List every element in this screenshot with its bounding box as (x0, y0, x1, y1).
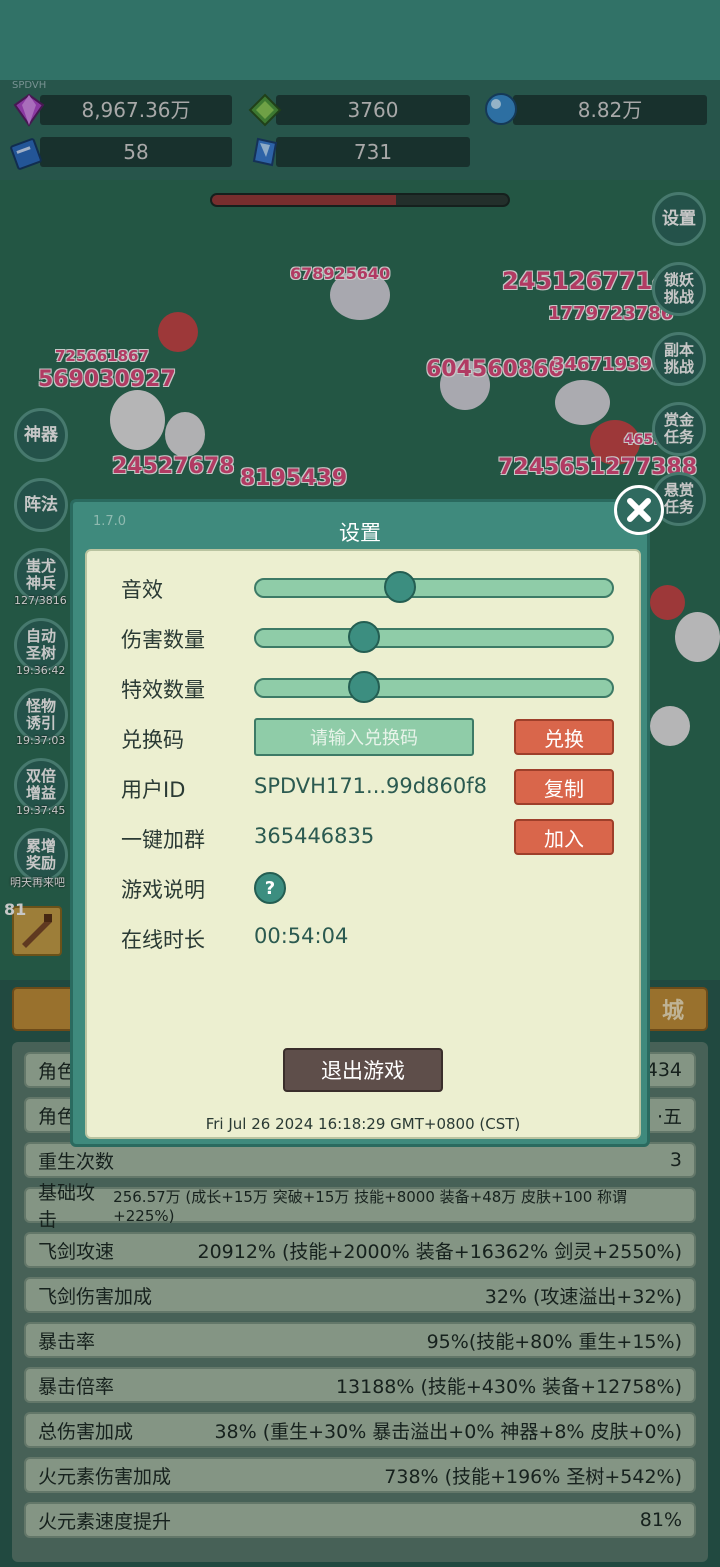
copy-button[interactable]: 复制 (514, 769, 614, 805)
dialog-title: 设置 (339, 521, 381, 545)
damage-count-slider[interactable] (254, 621, 614, 653)
group-id-value: 365446835 (254, 824, 375, 848)
damage-count-slider-knob[interactable] (348, 621, 380, 653)
user-id-value: SPDVH171...99d860f8 (254, 774, 487, 798)
sound-slider-knob[interactable] (384, 571, 416, 603)
sound-label: 音效 (121, 578, 163, 602)
effects-slider-knob[interactable] (348, 671, 380, 703)
exit-game-button[interactable]: 退出游戏 (283, 1048, 443, 1092)
online-time-value: 00:54:04 (254, 924, 349, 948)
dialog-body: 音效 伤害数量 特效数量 兑换码 请输入兑换码 兑换 用户ID SPDVH171… (85, 549, 641, 1139)
guide-label: 游戏说明 (121, 878, 205, 902)
help-icon[interactable]: ? (254, 872, 286, 904)
timestamp: Fri Jul 26 2024 16:18:29 GMT+0800 (CST) (205, 1115, 521, 1133)
sound-slider[interactable] (254, 571, 614, 603)
online-time-label: 在线时长 (121, 928, 205, 952)
redeem-button[interactable]: 兑换 (514, 719, 614, 755)
close-button[interactable] (614, 485, 664, 535)
damage-count-label: 伤害数量 (121, 628, 205, 652)
effects-label: 特效数量 (121, 678, 205, 702)
group-label: 一键加群 (121, 828, 205, 852)
user-id-label: 用户ID (121, 778, 186, 802)
redeem-label: 兑换码 (121, 728, 184, 752)
redeem-code-input[interactable]: 请输入兑换码 (254, 718, 474, 756)
join-button[interactable]: 加入 (514, 819, 614, 855)
close-icon (627, 498, 651, 522)
settings-dialog: 1.7.0 设置 音效 伤害数量 特效数量 兑换码 请输入兑换码 兑换 用户ID… (70, 499, 650, 1147)
effects-slider[interactable] (254, 671, 614, 703)
